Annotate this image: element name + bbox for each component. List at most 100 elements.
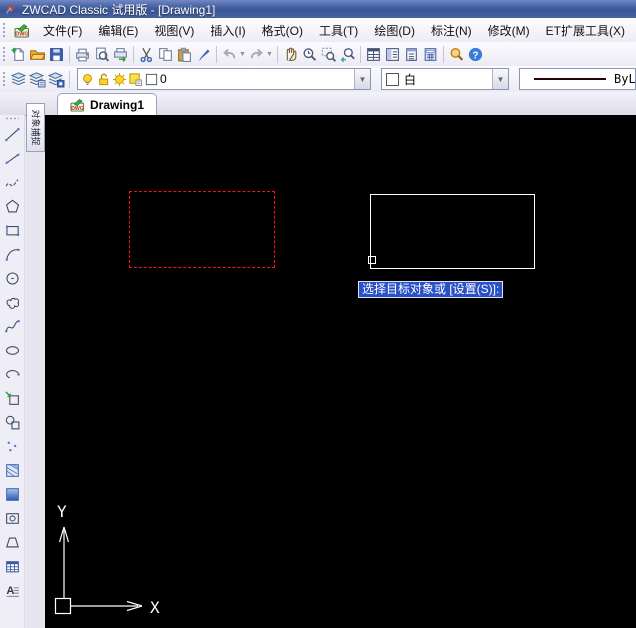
help-button[interactable]: ? — [467, 44, 484, 65]
menu-item-file[interactable]: 文件(F) — [35, 19, 90, 42]
drawing-canvas[interactable]: 选择目标对象或 [设置(S)]: Y X — [45, 115, 636, 628]
table-button[interactable] — [0, 554, 24, 578]
properties-palette-button[interactable] — [365, 44, 382, 65]
current-linetype-value: ByLayer — [614, 72, 636, 86]
save-button[interactable] — [48, 44, 65, 65]
rectangle-button[interactable] — [0, 218, 24, 242]
linetype-combo[interactable]: ByLayer — [519, 68, 636, 90]
design-center-button[interactable] — [384, 44, 401, 65]
plot-layer-icon — [128, 72, 143, 87]
chevron-down-icon[interactable]: ▼ — [354, 69, 370, 89]
panel-vertical-label: 对象捕捉 — [30, 109, 41, 146]
toolbar-separator — [69, 70, 70, 88]
toolbar-gripper[interactable] — [2, 22, 6, 38]
point-button[interactable] — [0, 434, 24, 458]
object-snap-panel[interactable]: 对象捕捉 — [26, 103, 45, 152]
layer-combo[interactable]: 0 ▼ — [77, 68, 371, 90]
mtext-icon: A — [4, 582, 21, 599]
pickbox-cursor — [368, 256, 376, 264]
open-folder-button[interactable] — [29, 44, 46, 65]
dock-gap — [26, 115, 45, 628]
insert-block-button[interactable] — [0, 386, 24, 410]
paste-button[interactable] — [176, 44, 193, 65]
polyline-button[interactable] — [0, 170, 24, 194]
window-title: ZWCAD Classic 试用版 - [Drawing1] — [22, 2, 216, 17]
linetype-sample-icon — [534, 78, 606, 80]
color-swatch-icon — [386, 72, 399, 86]
zoom-previous-icon — [339, 46, 356, 63]
toolbar-gripper[interactable] — [2, 46, 6, 62]
gradient-icon — [4, 486, 21, 503]
layer-properties-button[interactable] — [10, 69, 27, 90]
print-preview-icon — [93, 46, 110, 63]
svg-text:DWG: DWG — [15, 32, 28, 38]
point-icon — [4, 438, 21, 455]
hatch-button[interactable] — [0, 458, 24, 482]
menu-item-format[interactable]: 格式(O) — [254, 19, 311, 42]
new-file-button[interactable] — [10, 44, 27, 65]
menu-item-modify[interactable]: 修改(M) — [480, 19, 538, 42]
layer-translate-button[interactable] — [48, 69, 65, 90]
line-button[interactable] — [0, 122, 24, 146]
arc-button[interactable] — [0, 242, 24, 266]
ellipse-arc-button[interactable] — [0, 362, 24, 386]
polygon-button[interactable] — [0, 194, 24, 218]
toolbar-gripper[interactable] — [5, 117, 19, 120]
find-button[interactable] — [448, 44, 465, 65]
xline-button[interactable] — [0, 146, 24, 170]
circle-button[interactable] — [0, 266, 24, 290]
dwg-file-icon: DWG — [14, 22, 32, 38]
zoom-realtime-button[interactable] — [301, 44, 318, 65]
bulb-on-icon — [80, 72, 95, 87]
print-preview-button[interactable] — [93, 44, 110, 65]
region-button[interactable] — [0, 506, 24, 530]
menu-item-edit[interactable]: 编辑(E) — [90, 19, 146, 42]
rectangle-entity[interactable] — [370, 194, 535, 269]
ellipse-button[interactable] — [0, 338, 24, 362]
table-icon — [4, 558, 21, 575]
spline-icon — [4, 318, 21, 335]
quick-calc-button[interactable] — [422, 44, 439, 65]
gradient-button[interactable] — [0, 482, 24, 506]
format-brush-button[interactable] — [195, 44, 212, 65]
menu-item-view[interactable]: 视图(V) — [146, 19, 202, 42]
zoom-previous-button[interactable] — [339, 44, 356, 65]
standard-toolbar: ▼ ▼? — [0, 42, 636, 67]
selected-rectangle-entity[interactable] — [129, 191, 275, 268]
svg-text:A: A — [6, 585, 14, 597]
polyline-icon — [4, 174, 21, 191]
toolbar-gripper[interactable] — [2, 71, 6, 87]
sun-thaw-icon — [112, 72, 127, 87]
chevron-down-icon[interactable]: ▼ — [492, 69, 508, 89]
menu-item-dimension[interactable]: 标注(N) — [423, 19, 480, 42]
mtext-button[interactable]: A — [0, 578, 24, 602]
cut-icon — [138, 46, 155, 63]
boundary-button[interactable] — [0, 530, 24, 554]
revcloud-button[interactable] — [0, 290, 24, 314]
circle-icon — [4, 270, 21, 287]
undo-button[interactable]: ▼ — [221, 44, 246, 65]
menu-item-express[interactable]: ET扩展工具(X) — [538, 19, 633, 42]
color-combo[interactable]: 白 ▼ — [381, 68, 509, 90]
tool-palettes-button[interactable] — [403, 44, 420, 65]
cut-button[interactable] — [138, 44, 155, 65]
make-block-button[interactable] — [0, 410, 24, 434]
zoom-window-button[interactable] — [320, 44, 337, 65]
layer-states-button[interactable] — [29, 69, 46, 90]
tab-drawing1[interactable]: DWG Drawing1 — [57, 93, 158, 115]
toolbar-separator — [216, 45, 217, 63]
layers-toolbar: 0 ▼ 白 ▼ ByLayer — [0, 66, 636, 93]
menu-item-insert[interactable]: 插入(I) — [202, 19, 253, 42]
redo-button[interactable]: ▼ — [248, 44, 273, 65]
print-button[interactable] — [74, 44, 91, 65]
ucs-icon: Y X — [54, 502, 160, 617]
plot-button[interactable] — [112, 44, 129, 65]
spline-button[interactable] — [0, 314, 24, 338]
quick-calc-icon — [422, 46, 439, 63]
redo-icon — [248, 46, 265, 63]
copy-button[interactable] — [157, 44, 174, 65]
unlock-icon — [96, 72, 111, 87]
menu-item-draw[interactable]: 绘图(D) — [366, 19, 423, 42]
pan-button[interactable] — [282, 44, 299, 65]
menu-item-tools[interactable]: 工具(T) — [311, 19, 366, 42]
